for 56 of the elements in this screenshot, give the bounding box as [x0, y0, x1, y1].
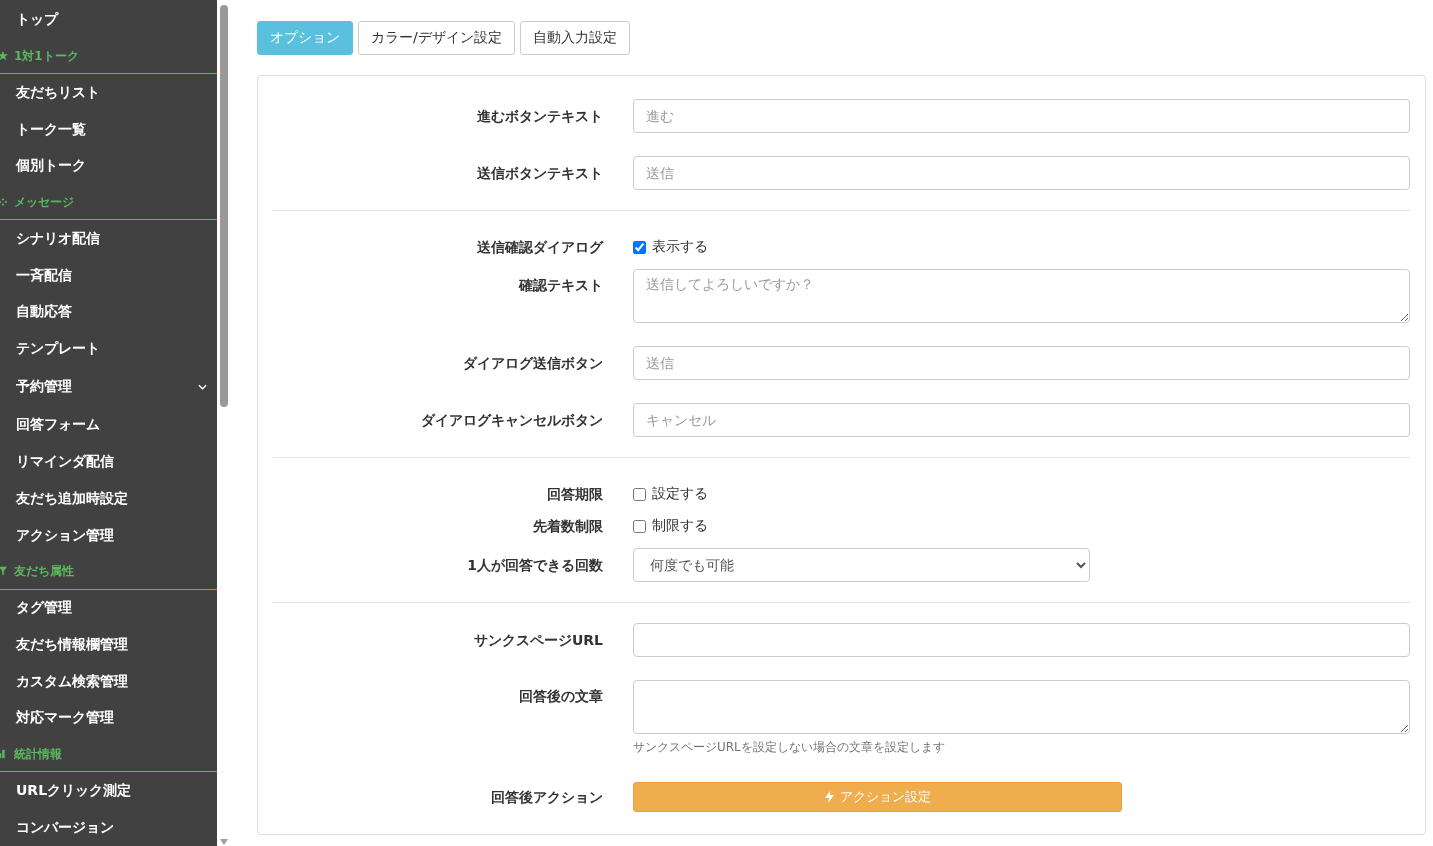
sidebar-item[interactable]: 予約管理: [0, 367, 217, 408]
help-text: サンクスページURLを設定しない場合の文章を設定します: [633, 739, 946, 756]
sidebar-item[interactable]: カスタム検索管理: [0, 663, 217, 700]
text-field[interactable]: 送信: [633, 346, 1410, 380]
sidebar-item[interactable]: 個別トーク: [0, 147, 217, 185]
field-label: 送信ボタンテキスト: [476, 164, 604, 183]
scroll-down-arrow-icon[interactable]: [220, 839, 228, 845]
field-label: 回答後の文章: [518, 687, 604, 706]
checkbox[interactable]: [633, 487, 646, 501]
section-heading: 友だち属性: [14, 562, 74, 580]
sidebar-item[interactable]: シナリオ配信: [0, 220, 217, 258]
sidebar-item[interactable]: テンプレート: [0, 330, 217, 368]
sidebar-item[interactable]: 友だちリスト: [0, 74, 217, 112]
field-label: 進むボタンテキスト: [476, 107, 604, 126]
field-label: ダイアログ送信ボタン: [462, 354, 604, 373]
sidebar-item[interactable]: リマインダ配信: [0, 443, 217, 481]
field-label: 1人が回答できる回数: [466, 556, 604, 575]
checkbox-label: 設定する: [652, 485, 708, 503]
lightning-icon: [824, 791, 834, 803]
sidebar-item[interactable]: 自動応答: [0, 293, 217, 331]
text-area[interactable]: 送信してよろしいですか？: [633, 269, 1410, 323]
star-icon: [0, 51, 8, 62]
checkbox[interactable]: [633, 240, 646, 254]
section-heading: 1対1トーク: [14, 47, 79, 65]
field-label: サンクスページURL: [472, 631, 604, 650]
text-field[interactable]: キャンセル: [633, 403, 1410, 437]
field-label: 回答期限: [546, 485, 604, 504]
checkbox-label: 表示する: [652, 238, 708, 256]
checkbox-label: 制限する: [652, 517, 708, 535]
sidebar-item[interactable]: 一斉配信: [0, 257, 217, 294]
field-label: 送信確認ダイアログ: [476, 238, 605, 257]
field-label: 確認テキスト: [517, 276, 604, 295]
field-label: 先着数制限: [532, 517, 604, 536]
tab[interactable]: カラー/デザイン設定: [358, 21, 515, 55]
dots-icon: [0, 197, 8, 208]
sidebar-item[interactable]: トーク一覧: [0, 111, 217, 148]
text-field[interactable]: 進む: [633, 99, 1410, 133]
sidebar-item[interactable]: コンバージョン: [0, 809, 217, 846]
field-label: ダイアログキャンセルボタン: [420, 411, 604, 430]
dropdown[interactable]: 何度でも可能: [633, 548, 1090, 582]
checkbox[interactable]: [633, 519, 646, 533]
sidebar-item[interactable]: トップ: [0, 2, 217, 39]
sidebar-item[interactable]: 回答フォーム: [0, 407, 217, 444]
sidebar-item[interactable]: URLクリック測定: [0, 772, 217, 810]
text-field[interactable]: 送信: [633, 156, 1410, 190]
filter-icon: [0, 566, 8, 577]
bar-chart-icon: [0, 749, 8, 760]
section-heading: メッセージ: [14, 193, 74, 211]
sidebar-item[interactable]: タグ管理: [0, 589, 217, 627]
sidebar-item[interactable]: 対応マーク管理: [0, 700, 217, 737]
sidebar-item[interactable]: 友だち追加時設定: [0, 480, 217, 518]
sidebar-item[interactable]: 友だち情報欄管理: [0, 626, 217, 664]
section-heading: 統計情報: [14, 745, 62, 763]
field-label: 回答後アクション: [490, 788, 604, 807]
sidebar-item[interactable]: アクション管理: [0, 517, 217, 555]
tab[interactable]: 自動入力設定: [519, 21, 630, 55]
